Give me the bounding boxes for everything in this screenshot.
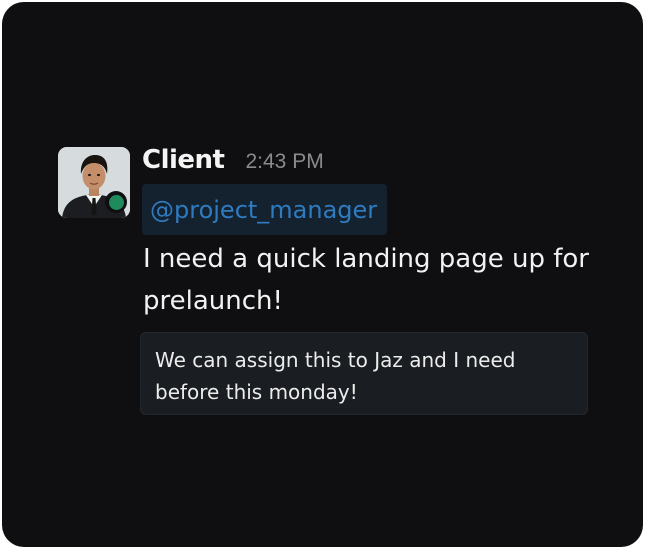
quoted-message: We can assign this to Jaz and I need bef…: [140, 332, 588, 415]
message-card: Client 2:43 PM @project_manager I need a…: [2, 2, 643, 547]
message-header: Client 2:43 PM: [142, 145, 324, 175]
user-mention[interactable]: @project_manager: [142, 184, 388, 235]
message-body: I need a quick landing page up for prela…: [143, 244, 589, 316]
message-timestamp[interactable]: 2:43 PM: [245, 150, 323, 174]
presence-indicator: [105, 191, 127, 213]
sender-name[interactable]: Client: [142, 145, 225, 175]
online-status-icon: [108, 194, 124, 210]
